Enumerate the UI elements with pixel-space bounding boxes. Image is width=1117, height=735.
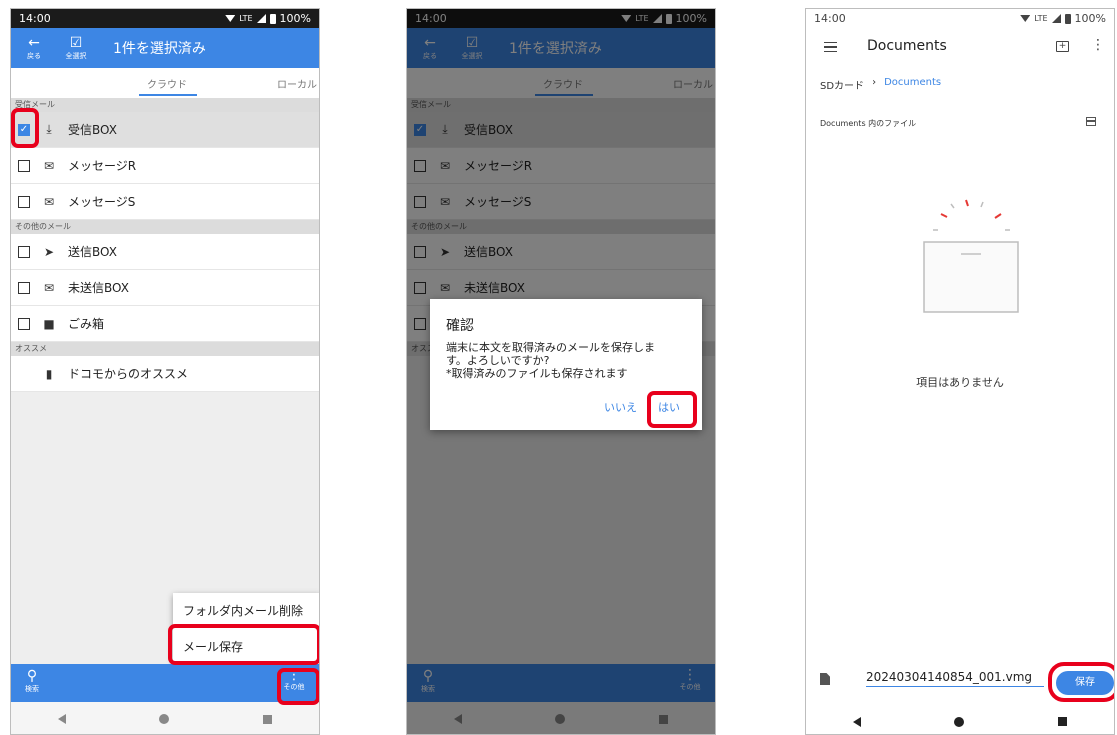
checkbox[interactable] (18, 245, 30, 258)
section-header-recommend: オススメ (11, 342, 319, 356)
dialog-message-line: 端末に本文を取得済みのメールを保存しま (446, 341, 655, 354)
envelope-open-icon: ✉ (43, 280, 55, 295)
network-label: LTE (1034, 14, 1048, 23)
page-title: 1件を選択済み (113, 41, 206, 57)
checkbox[interactable] (18, 195, 30, 208)
envelope-open-icon: ✉ (43, 194, 55, 209)
hamburger-menu-icon[interactable] (824, 42, 837, 52)
app-bar: ← 戻る ☑ 全選択 1件を選択済み (11, 28, 319, 68)
search-label: 検索 (25, 685, 39, 693)
folder-label: 未送信BOX (68, 281, 129, 295)
folder-label: メッセージR (68, 159, 137, 173)
section-header-inbox: 受信メール (11, 98, 319, 112)
send-arrow-icon: ➤ (43, 244, 55, 259)
breadcrumb-current: Documents (884, 77, 942, 88)
signal-icon (256, 14, 266, 23)
section-header-other: その他のメール (11, 220, 319, 234)
more-vertical-icon[interactable]: ⋮ (1091, 37, 1105, 53)
phone-screen-documents: 14:00 LTE 100% Documents + ⋮ SDカード › Doc… (805, 8, 1115, 735)
phone-screen-confirm-dialog: 14:00 LTE 100% ← 戻る ☑ 全選択 1件を選択済み クラウド ロ… (406, 8, 716, 735)
folder-label: メッセージS (68, 195, 136, 209)
status-bar: 14:00 LTE 100% (11, 9, 319, 28)
back-label: 戻る (27, 51, 41, 60)
tab-cloud[interactable]: クラウド (136, 76, 198, 91)
highlight-more (277, 668, 319, 705)
folder-row-sent[interactable]: ➤ 送信BOX (11, 234, 319, 270)
system-nav-bar (806, 707, 1114, 734)
highlight-checkbox (11, 108, 39, 148)
highlight-save-mail (168, 624, 319, 665)
empty-box-illustration (923, 199, 1019, 313)
checkbox[interactable] (18, 159, 30, 172)
network-label: LTE (239, 14, 253, 23)
status-bar: 14:00 LTE 100% (806, 9, 1114, 28)
battery-percent: 100% (1074, 12, 1106, 25)
dialog-message: 端末に本文を取得済みのメールを保存しま す。よろしいですか? *取得済みのファイ… (446, 341, 696, 380)
dialog-message-line: す。よろしいですか? (446, 354, 550, 367)
folder-row-message-r[interactable]: ✉ メッセージR (11, 148, 319, 184)
status-time: 14:00 (19, 12, 51, 25)
trash-icon: ■ (43, 316, 55, 331)
dialog-title: 確認 (446, 318, 474, 334)
back-button[interactable]: ← 戻る (15, 28, 53, 68)
folder-row-docomo[interactable]: ▮ ドコモからのオススメ (11, 356, 319, 392)
book-icon: ▮ (45, 366, 53, 381)
nav-back-icon[interactable] (852, 716, 861, 727)
page-title: Documents (867, 38, 947, 54)
phone-screen-mail-list: 14:00 LTE 100% ← 戻る ☑ 全選択 1件を選択済み クラウド ロ… (10, 8, 320, 735)
highlight-save (1048, 662, 1114, 702)
documents-toolbar: Documents + ⋮ (806, 28, 1114, 68)
nav-recent-icon[interactable] (1058, 717, 1068, 726)
folder-label: 受信BOX (68, 123, 117, 137)
checkbox[interactable] (18, 281, 30, 294)
dialog-no-button[interactable]: いいえ (604, 399, 637, 415)
folder-row-trash[interactable]: ■ ごみ箱 (11, 306, 319, 342)
search-button[interactable]: ⚲ 検索 (17, 668, 47, 694)
breadcrumb-root[interactable]: SDカード (820, 77, 864, 92)
nav-home-icon[interactable] (159, 714, 170, 724)
nav-recent-icon[interactable] (263, 714, 273, 724)
filename-input[interactable]: 20240304140854_001.vmg (866, 670, 1044, 687)
breadcrumb: SDカード › Documents (820, 77, 941, 92)
folder-row-inbox[interactable]: ✓ ⤓ 受信BOX (11, 112, 319, 148)
select-all-label: 全選択 (65, 51, 87, 60)
empty-state-text: 項目はありません (916, 376, 1004, 389)
battery-icon (269, 13, 276, 24)
select-all-icon: ☑ (69, 34, 83, 51)
bottom-bar: ⚲ 検索 ⋮ その他 (11, 664, 319, 702)
folder-label: ドコモからのオススメ (68, 367, 189, 381)
highlight-yes (647, 391, 697, 428)
wifi-icon (1020, 15, 1031, 22)
folder-row-message-s[interactable]: ✉ メッセージS (11, 184, 319, 220)
download-tray-icon: ⤓ (46, 122, 52, 136)
file-icon (820, 673, 830, 685)
checkbox[interactable] (18, 317, 30, 330)
wifi-icon (225, 15, 236, 22)
folder-row-unsent[interactable]: ✉ 未送信BOX (11, 270, 319, 306)
system-nav-bar (11, 702, 319, 734)
tab-indicator (139, 94, 197, 96)
signal-icon (1051, 14, 1061, 23)
files-section-label: Documents 内のファイル (820, 119, 917, 128)
folder-label: 送信BOX (68, 245, 117, 259)
nav-back-icon[interactable] (57, 714, 66, 724)
dialog-message-line: *取得済みのファイルも保存されます (446, 367, 628, 380)
list-view-icon[interactable] (1086, 117, 1096, 126)
nav-home-icon[interactable] (954, 716, 965, 727)
tab-bar: クラウド ローカル (11, 68, 319, 98)
folder-label: ごみ箱 (68, 317, 105, 331)
envelope-open-icon: ✉ (43, 158, 55, 173)
tab-local[interactable]: ローカル (277, 76, 317, 91)
chevron-right-icon: › (872, 77, 877, 88)
search-icon: ⚲ (26, 668, 38, 684)
select-all-button[interactable]: ☑ 全選択 (57, 28, 95, 68)
battery-icon (1064, 13, 1071, 24)
arrow-left-icon: ← (28, 34, 40, 51)
status-time: 14:00 (814, 12, 846, 25)
battery-percent: 100% (279, 12, 311, 25)
new-folder-icon[interactable]: + (1056, 41, 1069, 52)
